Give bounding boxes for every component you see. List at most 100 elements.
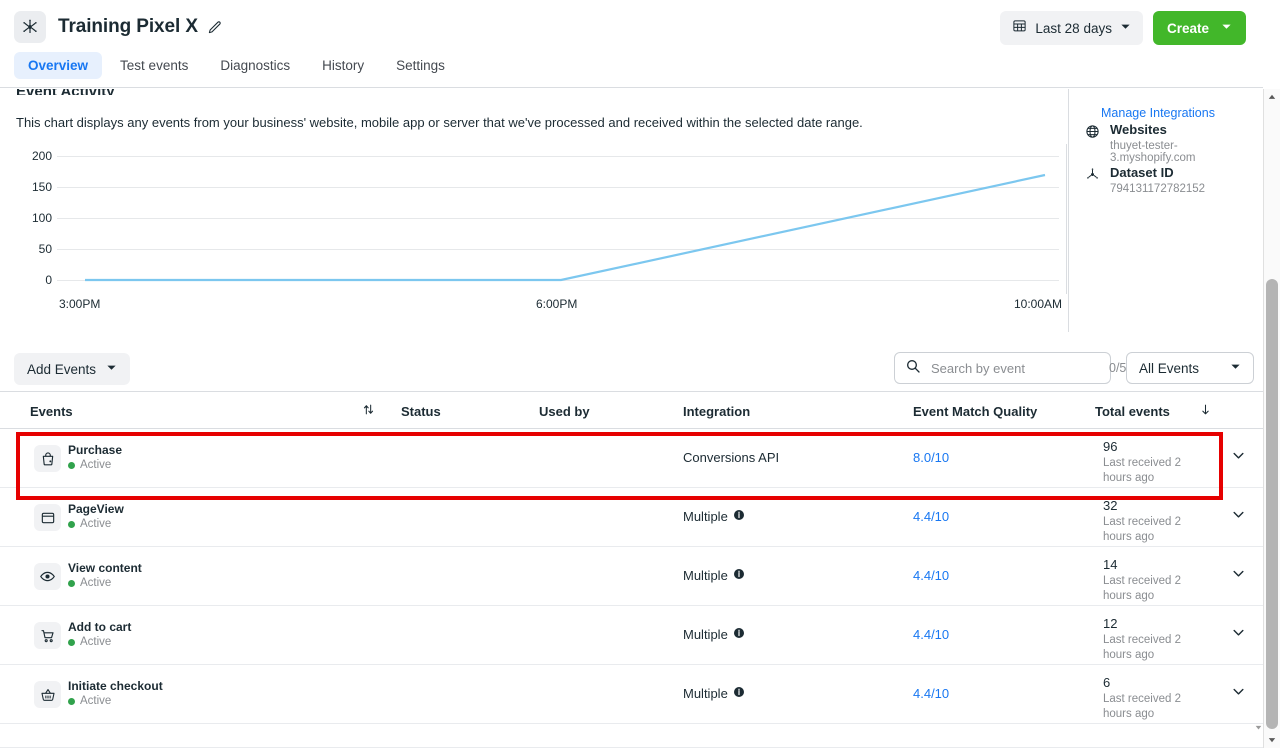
create-button[interactable]: Create [1152, 11, 1246, 45]
add-events-button[interactable]: Add Events [14, 353, 131, 385]
shopping-cart-icon [34, 622, 61, 649]
expand-row-chevron-down-icon[interactable] [1232, 685, 1245, 703]
inner-scroll-down-arrow-icon[interactable] [1253, 722, 1263, 733]
tab-bar: Overview Test events Diagnostics History… [14, 52, 459, 79]
integration-label: Multiple [683, 627, 728, 642]
status-dot-icon [68, 520, 75, 528]
chart-right-divider [1066, 144, 1067, 294]
status-label: Active [80, 577, 112, 589]
info-icon[interactable] [733, 627, 745, 642]
page-scrollbar[interactable] [1263, 89, 1280, 748]
event-activity-chart-section: Event Activity This chart displays any e… [0, 89, 1068, 332]
chart-title: Event Activity [16, 89, 115, 95]
x-tick-0: 3:00PM [59, 297, 101, 311]
chevron-down-icon [1230, 359, 1241, 377]
expand-row-chevron-down-icon[interactable] [1232, 567, 1245, 585]
scrollbar-thumb[interactable] [1266, 279, 1278, 729]
date-range-picker[interactable]: Last 28 days [1000, 11, 1143, 45]
table-row[interactable]: Initiate checkout Active Multiple 4.4/10… [0, 665, 1263, 724]
status-label: Active [80, 459, 112, 471]
event-match-quality-value[interactable]: 8.0/10 [913, 450, 949, 465]
event-status: Active [68, 636, 111, 648]
last-received-text: Last received 2 hours ago [1103, 693, 1181, 720]
dataset-pixel-icon [1085, 165, 1101, 195]
status-dot-icon [68, 638, 75, 646]
integration-value: Conversions API [683, 450, 779, 465]
last-received-text: Last received 2 hours ago [1103, 634, 1181, 661]
integration-value: Multiple [683, 568, 745, 583]
date-range-label: Last 28 days [1035, 20, 1112, 36]
table-row[interactable]: PageView Active Multiple 4.4/10 32 Last … [0, 488, 1263, 547]
event-status: Active [68, 518, 111, 530]
event-name: Purchase [68, 443, 123, 457]
create-button-label: Create [1166, 20, 1209, 36]
shopping-bag-icon [34, 445, 61, 472]
event-match-quality-value[interactable]: 4.4/10 [913, 568, 949, 583]
dataset-id-label: Dataset ID [1110, 165, 1174, 180]
globe-icon [1085, 122, 1101, 164]
event-match-quality-value[interactable]: 4.4/10 [913, 627, 949, 642]
column-header-events: Events [30, 404, 73, 419]
scroll-up-arrow-icon[interactable] [1264, 89, 1280, 105]
search-input[interactable] [929, 359, 1109, 377]
scroll-down-arrow-icon[interactable] [1264, 732, 1280, 748]
integrations-side-panel: Manage Integrations Websites thuyet-test… [1068, 89, 1263, 332]
info-icon[interactable] [733, 686, 745, 701]
dataset-pixel-icon [14, 11, 46, 43]
tab-diagnostics[interactable]: Diagnostics [206, 52, 304, 79]
search-by-event-box[interactable]: 0/50 [894, 352, 1133, 384]
status-label: Active [80, 636, 112, 648]
event-match-quality-value[interactable]: 4.4/10 [913, 686, 949, 701]
x-tick-1: 6:00PM [536, 297, 578, 311]
sort-updown-icon[interactable] [362, 403, 375, 419]
table-row[interactable]: View content Active Multiple 4.4/10 14 L… [0, 547, 1263, 606]
tab-overview[interactable]: Overview [14, 52, 103, 79]
expand-row-chevron-down-icon[interactable] [1232, 626, 1245, 644]
total-events-value: 96 [1103, 439, 1118, 454]
total-events-value: 14 [1103, 557, 1118, 572]
events-table: Events Status Used by Integration Event … [0, 391, 1263, 724]
total-events-value: 6 [1103, 675, 1111, 690]
total-events-value: 32 [1103, 498, 1118, 513]
last-received-text: Last received 2 hours ago [1103, 575, 1181, 602]
column-header-used-by: Used by [539, 404, 590, 419]
manage-integrations-link[interactable]: Manage Integrations [1101, 106, 1215, 120]
event-name: Initiate checkout [68, 679, 163, 693]
info-icon[interactable] [733, 568, 745, 583]
dataset-id-value: 794131172782152 [1110, 183, 1206, 195]
expand-row-chevron-down-icon[interactable] [1232, 508, 1245, 526]
chevron-down-icon [1120, 19, 1131, 37]
basket-icon [34, 681, 61, 708]
event-status: Active [68, 459, 111, 471]
websites-label: Websites [1110, 122, 1167, 137]
last-received-text: Last received 2 hours ago [1103, 516, 1181, 543]
integration-value: Multiple [683, 686, 745, 701]
status-dot-icon [68, 697, 75, 705]
tab-history[interactable]: History [308, 52, 378, 79]
last-received-text: Last received 2 hours ago [1103, 457, 1181, 484]
table-row[interactable]: Purchase Active Conversions API 8.0/10 9… [0, 429, 1263, 488]
info-icon[interactable] [733, 509, 745, 524]
x-tick-2: 10:00AM [1014, 297, 1063, 311]
column-header-total-events: Total events [1095, 404, 1170, 419]
column-header-integration: Integration [683, 404, 751, 419]
integration-label: Multiple [683, 509, 728, 524]
event-match-quality-value[interactable]: 4.4/10 [913, 509, 949, 524]
event-status: Active [68, 577, 111, 589]
all-events-filter-dropdown[interactable]: All Events [1126, 352, 1254, 384]
arrow-down-icon[interactable] [1199, 403, 1212, 419]
pencil-icon[interactable] [207, 20, 222, 35]
integration-label: Conversions API [683, 450, 780, 465]
table-row[interactable]: Add to cart Active Multiple 4.4/10 12 La… [0, 606, 1263, 665]
event-name: PageView [68, 502, 124, 516]
tab-settings[interactable]: Settings [382, 52, 459, 79]
column-header-event-match-quality: Event Match Quality [913, 404, 1038, 419]
status-label: Active [80, 695, 112, 707]
expand-row-chevron-down-icon[interactable] [1232, 449, 1245, 467]
tab-test-events[interactable]: Test events [106, 52, 202, 79]
side-item-dataset-id: Dataset ID 794131172782152 [1085, 165, 1205, 195]
chart-plot: 200 150 100 50 0 3:00PM 6:00PM 10:00AM [0, 144, 1068, 329]
status-label: Active [80, 518, 112, 530]
column-header-status: Status [401, 404, 441, 419]
websites-value: thuyet-tester-3.myshopify.com [1110, 140, 1196, 164]
